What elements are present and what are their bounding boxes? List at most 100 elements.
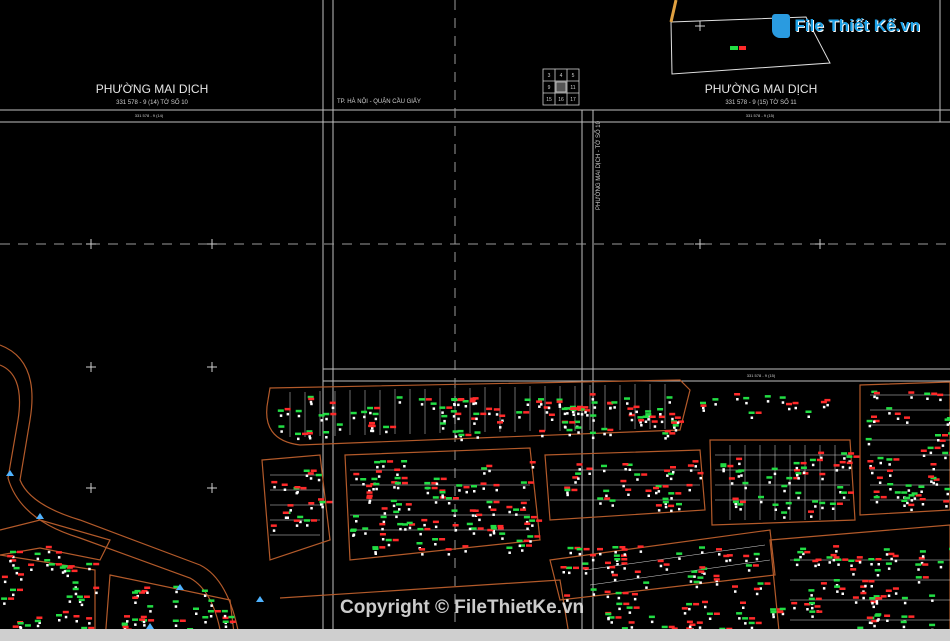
building-mark xyxy=(326,500,333,504)
parcel-marker xyxy=(668,401,671,404)
building-mark xyxy=(664,469,671,472)
building-mark xyxy=(713,574,720,578)
building-mark xyxy=(664,429,671,433)
building-mark xyxy=(613,554,620,557)
building-mark xyxy=(736,457,743,461)
parcel-marker xyxy=(870,585,873,588)
parcel-marker xyxy=(599,552,602,556)
building-mark xyxy=(350,411,357,415)
building-mark xyxy=(736,612,743,615)
building-mark xyxy=(208,599,215,602)
building-mark xyxy=(86,617,93,620)
parcel-marker xyxy=(903,601,907,605)
building-mark xyxy=(432,496,439,499)
building-mark xyxy=(586,467,593,470)
building-mark xyxy=(865,437,872,441)
parcel-marker xyxy=(12,564,15,567)
parcel-marker xyxy=(374,417,378,421)
building-mark xyxy=(661,625,668,629)
building-mark xyxy=(657,408,664,411)
building-mark xyxy=(924,392,931,395)
parcel-marker xyxy=(831,507,835,510)
parcel-marker xyxy=(374,552,377,555)
building-mark xyxy=(885,589,892,592)
building-mark xyxy=(848,452,855,455)
building-mark xyxy=(900,620,907,624)
parcel-marker xyxy=(95,591,98,595)
building-mark xyxy=(669,432,676,435)
building-mark xyxy=(623,602,630,606)
building-mark xyxy=(732,497,739,501)
parcel-marker xyxy=(645,586,648,589)
building-mark xyxy=(452,430,459,433)
parcel-marker xyxy=(142,620,146,624)
building-mark xyxy=(566,428,573,432)
building-mark xyxy=(466,522,473,526)
building-mark xyxy=(300,486,307,490)
parcel-marker xyxy=(623,567,626,570)
building-mark xyxy=(809,610,816,613)
parcel-marker xyxy=(387,543,391,547)
building-mark xyxy=(221,609,228,613)
building-mark xyxy=(928,475,935,478)
parcel-marker xyxy=(797,477,800,480)
parcel-marker xyxy=(460,438,463,442)
building-mark xyxy=(706,612,713,615)
cad-drawing: PHƯỜNG MAI DỊCH 331 578 - 9 (14) TỜ SỐ 1… xyxy=(0,0,950,641)
building-mark xyxy=(867,460,874,463)
parcel-marker xyxy=(550,418,554,421)
building-mark xyxy=(894,491,901,494)
parcel-marker xyxy=(636,478,639,481)
parcel-marker xyxy=(633,597,637,601)
building-mark xyxy=(122,625,129,629)
building-mark xyxy=(93,586,100,590)
building-mark xyxy=(648,615,655,619)
building-mark xyxy=(62,610,69,614)
cad-drawing-canvas: PHƯỜNG MAI DỊCH 331 578 - 9 (14) TỜ SỐ 1… xyxy=(0,0,950,641)
building-mark xyxy=(772,503,779,506)
building-mark xyxy=(676,552,683,555)
building-mark xyxy=(567,546,574,550)
parcel-marker xyxy=(787,506,791,510)
parcel-marker xyxy=(591,436,595,440)
building-mark xyxy=(524,522,531,525)
parcel-marker xyxy=(606,595,610,599)
parcel-marker xyxy=(398,401,402,404)
parcel-marker xyxy=(725,559,728,563)
building-mark xyxy=(201,589,208,592)
parcel-marker xyxy=(403,465,406,468)
building-mark xyxy=(792,401,799,405)
building-mark xyxy=(624,397,630,400)
parcel-marker xyxy=(46,564,49,567)
parcel-marker xyxy=(670,497,673,500)
building-mark xyxy=(698,570,705,573)
building-mark xyxy=(18,573,24,576)
building-mark xyxy=(887,469,893,472)
parcel-marker xyxy=(325,436,328,439)
building-mark xyxy=(621,558,628,561)
building-mark xyxy=(10,550,16,554)
building-mark xyxy=(850,568,857,571)
building-mark xyxy=(465,433,472,437)
building-mark xyxy=(392,538,399,542)
parcel-marker xyxy=(945,505,948,508)
building-mark xyxy=(847,491,854,494)
parcel-marker xyxy=(795,466,799,470)
ward-left-code: 331 578 - 9 (14) TỜ SỐ 10 xyxy=(116,99,188,106)
parcel-marker xyxy=(613,578,617,582)
building-mark xyxy=(469,509,476,512)
parcel-marker xyxy=(501,537,504,540)
building-mark xyxy=(901,596,908,600)
building-mark xyxy=(1,575,8,579)
building-mark xyxy=(755,621,762,625)
building-mark xyxy=(307,472,314,475)
building-mark xyxy=(439,406,446,409)
parcel-marker xyxy=(832,558,836,562)
building-mark xyxy=(713,578,720,581)
parcel-marker xyxy=(659,564,663,568)
parcel-marker xyxy=(795,563,799,567)
building-mark xyxy=(621,548,628,551)
parcel-marker xyxy=(578,468,581,471)
parcel-marker xyxy=(566,491,569,494)
ward-right-label: PHƯỜNG MAI DỊCH xyxy=(705,81,818,96)
